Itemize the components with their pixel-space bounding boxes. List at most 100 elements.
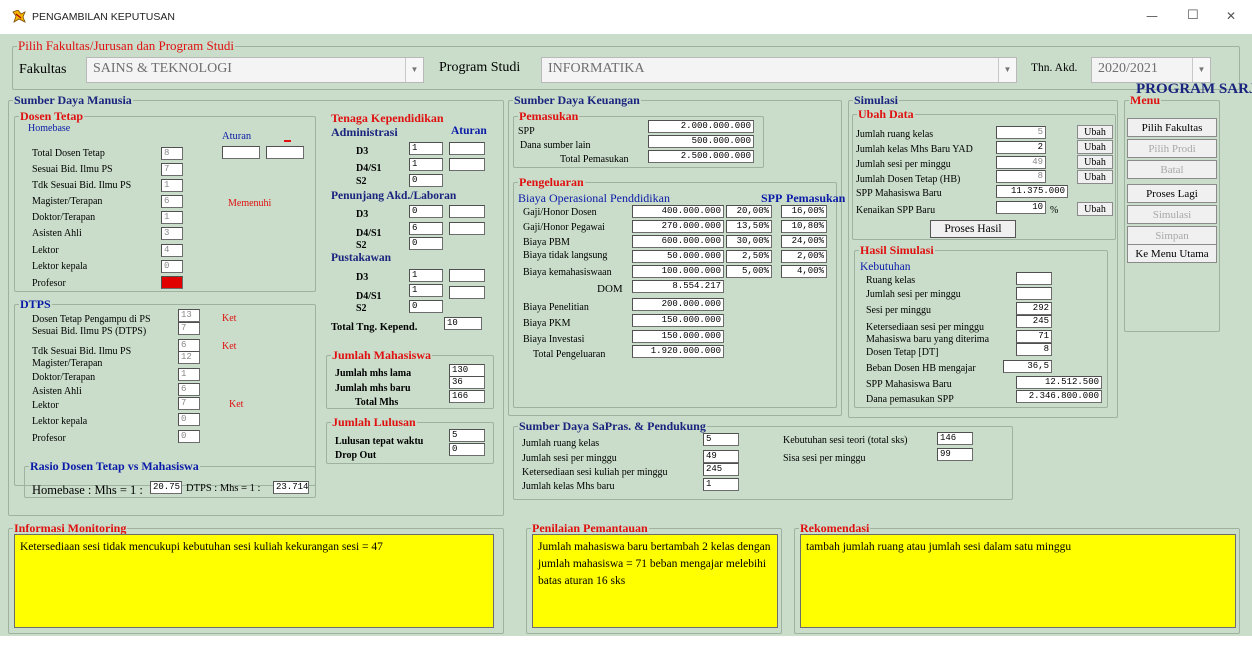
dosen-row-value[interactable]: 1 bbox=[161, 179, 183, 192]
thn-akd-select[interactable]: 2020/2021 ▼ bbox=[1091, 57, 1211, 83]
aturan-input-1[interactable] bbox=[222, 146, 260, 159]
tendik-row-value[interactable]: 1 bbox=[409, 142, 443, 155]
dtps-row-value[interactable]: 13 bbox=[178, 309, 200, 322]
rekomendasi-memo[interactable]: tambah jumlah ruang atau jumlah sesi dal… bbox=[800, 534, 1236, 628]
biaya-row-spp[interactable]: 5,00% bbox=[726, 265, 772, 278]
dosen-row-value[interactable]: 7 bbox=[161, 163, 183, 176]
biaya-other-value[interactable]: 150.000.000 bbox=[632, 314, 724, 327]
sim-row-value[interactable]: 5 bbox=[996, 126, 1046, 139]
rasio-hb-value[interactable]: 20.75 bbox=[150, 481, 182, 494]
biaya-other-value[interactable]: 200.000.000 bbox=[632, 298, 724, 311]
sapras-row-value[interactable]: 49 bbox=[703, 450, 739, 463]
dtps-row-value[interactable]: 1 bbox=[178, 368, 200, 381]
hasil-row-value[interactable] bbox=[1016, 272, 1052, 285]
proses-lagi-button[interactable]: Proses Lagi bbox=[1127, 184, 1217, 203]
lulusan-do-value[interactable]: 0 bbox=[449, 443, 485, 456]
sim-row-value[interactable]: 2 bbox=[996, 141, 1046, 154]
tendik-aturan-input[interactable] bbox=[449, 205, 485, 218]
keb-sesi-value[interactable]: 146 bbox=[937, 432, 973, 445]
tendik-row-value[interactable]: 1 bbox=[409, 284, 443, 297]
dosen-row-value[interactable]: 4 bbox=[161, 244, 183, 257]
spp-value[interactable]: 2.000.000.000 bbox=[648, 120, 754, 133]
tendik-row-value[interactable]: 6 bbox=[409, 222, 443, 235]
hasil-row-value[interactable]: 292 bbox=[1016, 302, 1052, 315]
biaya-row-value[interactable]: 400.000.000 bbox=[632, 205, 724, 218]
hasil-row-value[interactable] bbox=[1016, 287, 1052, 300]
dtps-row-value[interactable]: 6 bbox=[178, 383, 200, 396]
hasil-row-value[interactable]: 71 bbox=[1016, 330, 1052, 343]
hasil-row-value[interactable]: 245 bbox=[1016, 315, 1052, 328]
ubah-sesi-button[interactable]: Ubah bbox=[1077, 155, 1113, 169]
biaya-row-spp[interactable]: 20,00% bbox=[726, 205, 772, 218]
tendik-aturan-input[interactable] bbox=[449, 142, 485, 155]
info-memo[interactable]: Ketersediaan sesi tidak mencukupi kebutu… bbox=[14, 534, 494, 628]
tendik-aturan-input[interactable] bbox=[449, 222, 485, 235]
mhs-total-value[interactable]: 166 bbox=[449, 390, 485, 403]
biaya-row-pem[interactable]: 10,80% bbox=[781, 220, 827, 233]
pilih-fakultas-button[interactable]: Pilih Fakultas bbox=[1127, 118, 1217, 137]
biaya-row-pem[interactable]: 2,00% bbox=[781, 250, 827, 263]
tendik-row-value[interactable]: 0 bbox=[409, 174, 443, 187]
sim-spp-value[interactable]: 11.375.000 bbox=[996, 185, 1068, 198]
biaya-row-value[interactable]: 50.000.000 bbox=[632, 250, 724, 263]
total-pemasukan-value[interactable]: 2.500.000.000 bbox=[648, 150, 754, 163]
biaya-row-value[interactable]: 600.000.000 bbox=[632, 235, 724, 248]
close-button[interactable]: ✕ bbox=[1226, 10, 1236, 22]
proses-hasil-button[interactable]: Proses Hasil bbox=[930, 220, 1016, 238]
hasil-row-value[interactable]: 8 bbox=[1016, 343, 1052, 356]
dosen-row-value[interactable]: 6 bbox=[161, 195, 183, 208]
biaya-row-pem[interactable]: 16,00% bbox=[781, 205, 827, 218]
tendik-row-value[interactable]: 1 bbox=[409, 158, 443, 171]
ubah-spp-button[interactable]: Ubah bbox=[1077, 202, 1113, 216]
minimize-button[interactable]: — bbox=[1146, 10, 1158, 22]
dosen-row-value[interactable]: 0 bbox=[161, 260, 183, 273]
sim-row-value[interactable]: 49 bbox=[996, 156, 1046, 169]
biaya-row-spp[interactable]: 2,50% bbox=[726, 250, 772, 263]
biaya-row-value[interactable]: 100.000.000 bbox=[632, 265, 724, 278]
sapras-row-value[interactable]: 245 bbox=[703, 463, 739, 476]
ubah-kelas-button[interactable]: Ubah bbox=[1077, 140, 1113, 154]
profesor-value[interactable]: 0 bbox=[161, 276, 183, 289]
biaya-row-pem[interactable]: 4,00% bbox=[781, 265, 827, 278]
total-pengeluaran-value[interactable]: 1.920.000.000 bbox=[632, 345, 724, 358]
tendik-aturan-input[interactable] bbox=[449, 158, 485, 171]
dtps-row-value[interactable]: 7 bbox=[178, 397, 200, 410]
mhs-baru-value[interactable]: 36 bbox=[449, 376, 485, 389]
tendik-aturan-input[interactable] bbox=[449, 286, 485, 299]
dom-value[interactable]: 8.554.217 bbox=[632, 280, 724, 293]
batal-button[interactable]: Batal bbox=[1127, 160, 1217, 179]
biaya-row-pem[interactable]: 24,00% bbox=[781, 235, 827, 248]
prodi-select[interactable]: INFORMATIKA ▼ bbox=[541, 57, 1017, 83]
tendik-row-value[interactable]: 0 bbox=[409, 205, 443, 218]
penilaian-memo[interactable]: Jumlah mahasiswa baru bertambah 2 kelas … bbox=[532, 534, 778, 628]
hasil-row-value[interactable]: 2.346.800.000 bbox=[1016, 390, 1102, 403]
sim-row-value[interactable]: 8 bbox=[996, 170, 1046, 183]
simpan-button[interactable]: Simpan bbox=[1127, 226, 1217, 245]
biaya-row-spp[interactable]: 13,50% bbox=[726, 220, 772, 233]
biaya-row-spp[interactable]: 30,00% bbox=[726, 235, 772, 248]
dtps-row-value[interactable]: 0 bbox=[178, 430, 200, 443]
hasil-row-value[interactable]: 36,5 bbox=[1003, 360, 1052, 373]
sim-naik-value[interactable]: 10 bbox=[996, 201, 1046, 214]
tendik-row-value[interactable]: 0 bbox=[409, 300, 443, 313]
hasil-row-value[interactable]: 12.512.500 bbox=[1016, 376, 1102, 389]
dtps-row-value[interactable]: 7 bbox=[178, 322, 200, 335]
aturan-input-2[interactable] bbox=[266, 146, 304, 159]
dtps-row-value[interactable]: 12 bbox=[178, 351, 200, 364]
tendik-total-value[interactable]: 10 bbox=[444, 317, 482, 330]
sapras-row-value[interactable]: 1 bbox=[703, 478, 739, 491]
dosen-row-value[interactable]: 8 bbox=[161, 147, 183, 160]
maximize-button[interactable]: ☐ bbox=[1187, 9, 1199, 22]
ubah-ruang-button[interactable]: Ubah bbox=[1077, 125, 1113, 139]
ubah-dosen-button[interactable]: Ubah bbox=[1077, 170, 1113, 184]
lulusan-tepat-value[interactable]: 5 bbox=[449, 429, 485, 442]
tendik-aturan-input[interactable] bbox=[449, 269, 485, 282]
dosen-row-value[interactable]: 3 bbox=[161, 227, 183, 240]
dtps-row-value[interactable]: 0 bbox=[178, 413, 200, 426]
fakultas-select[interactable]: SAINS & TEKNOLOGI ▼ bbox=[86, 57, 424, 83]
sapras-row-value[interactable]: 5 bbox=[703, 433, 739, 446]
tendik-row-value[interactable]: 0 bbox=[409, 237, 443, 250]
dana-value[interactable]: 500.000.000 bbox=[648, 135, 754, 148]
tendik-row-value[interactable]: 1 bbox=[409, 269, 443, 282]
pilih-prodi-button[interactable]: Pilih Prodi bbox=[1127, 139, 1217, 158]
